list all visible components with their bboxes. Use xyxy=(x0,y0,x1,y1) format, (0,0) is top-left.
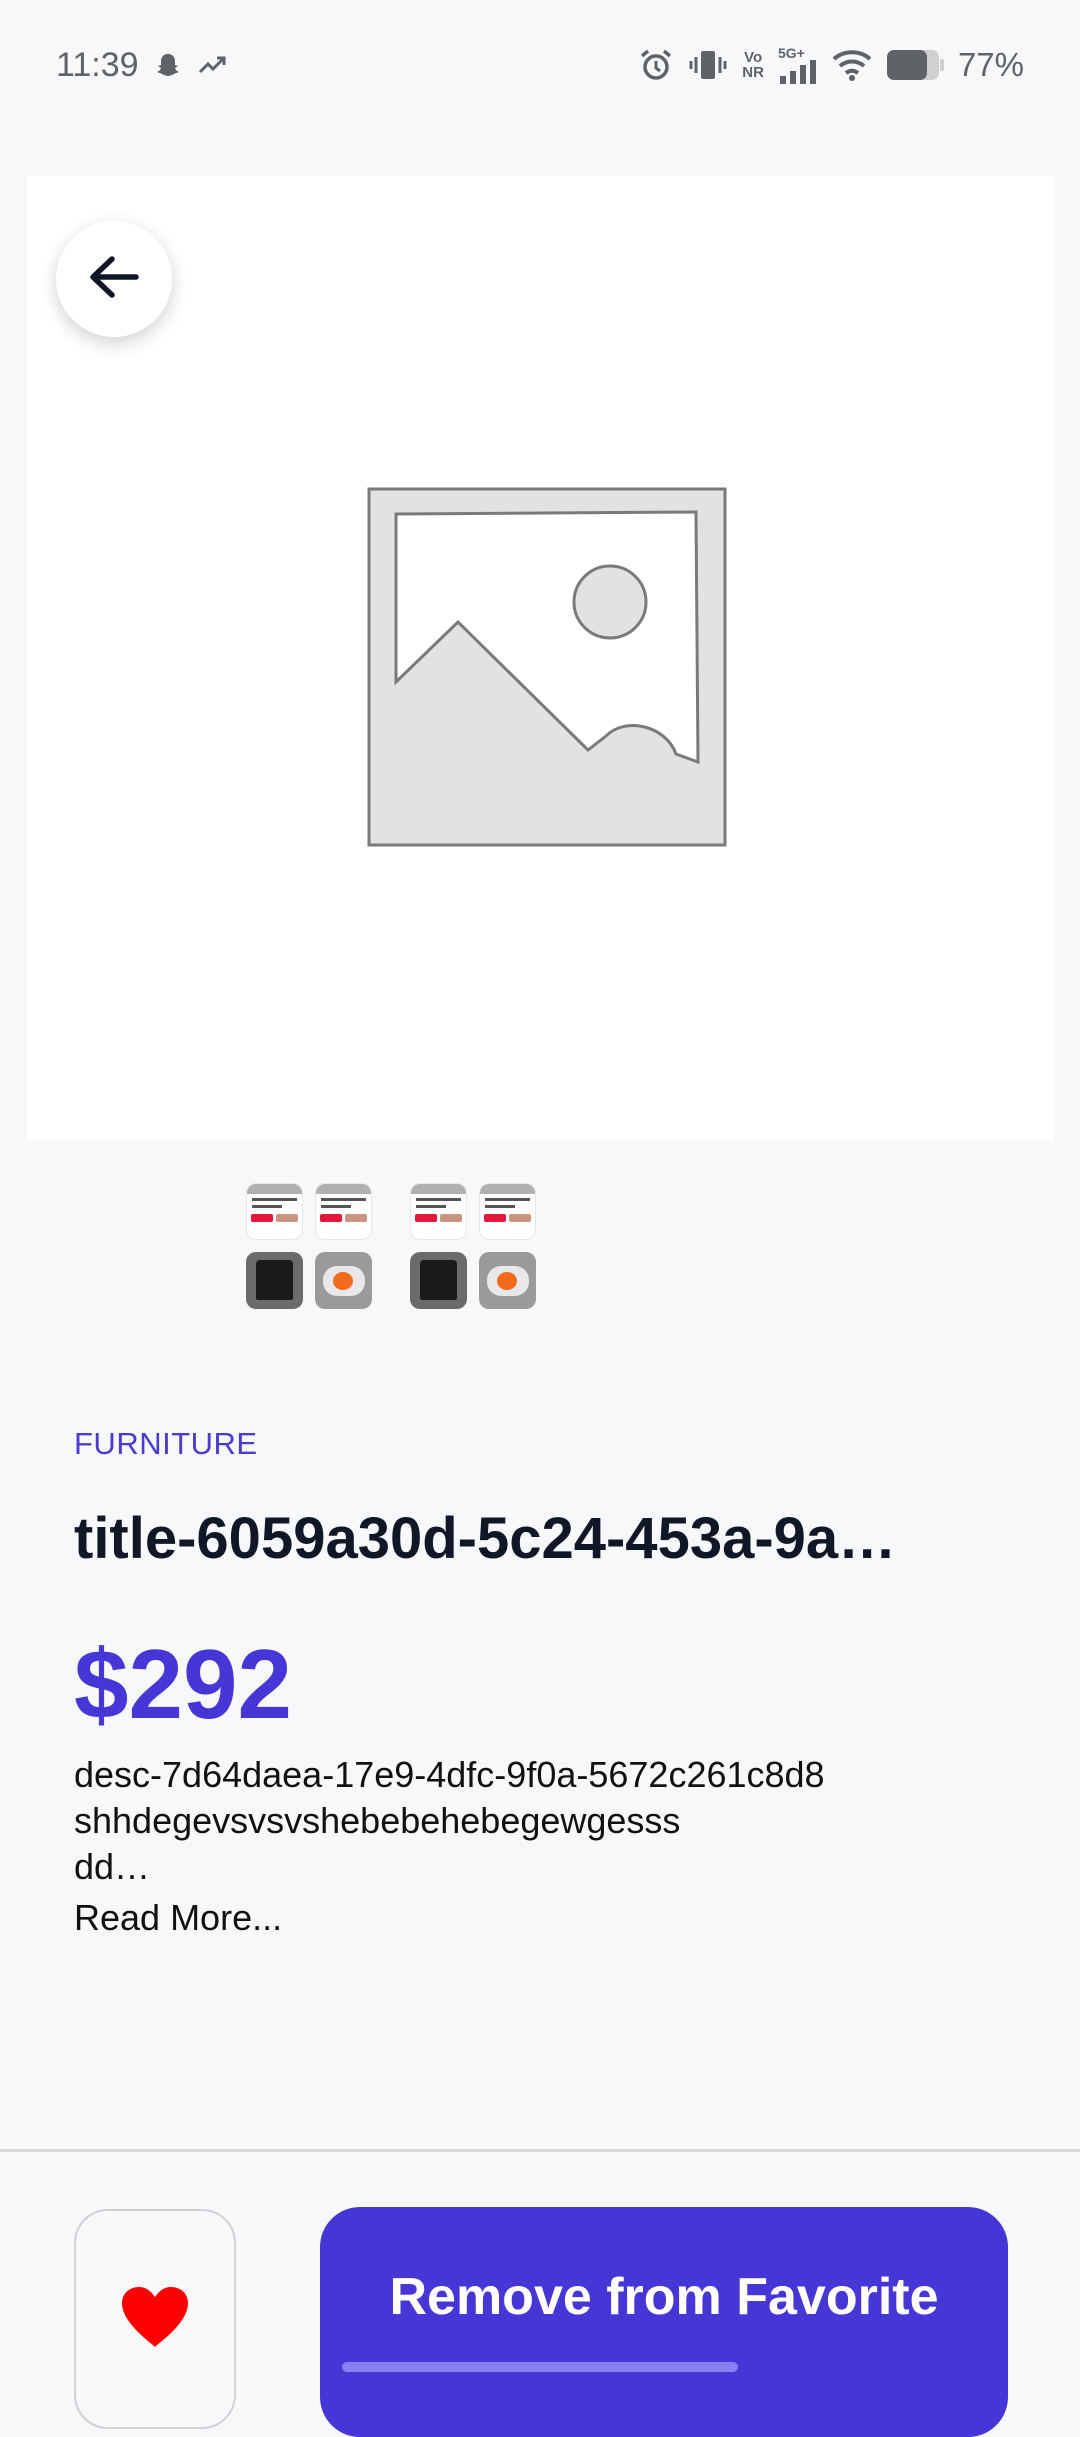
alarm-icon xyxy=(638,47,674,83)
remove-from-favorite-label: Remove from Favorite xyxy=(389,2268,939,2326)
description-line: shhdegevsvsvshebebehebegewgesss xyxy=(74,1800,681,1841)
description-line: desc-7d64daea-17e9-4dfc-9f0a-5672c261c8d… xyxy=(74,1754,825,1795)
description-line: dd… xyxy=(74,1846,151,1887)
network-label-top: Vo xyxy=(744,49,763,66)
product-price: $292 xyxy=(74,1629,293,1739)
product-category: FURNITURE xyxy=(74,1426,258,1461)
signal-5g-icon: 5G+ xyxy=(778,46,818,84)
read-more-link[interactable]: Read More... xyxy=(74,1897,282,1939)
vibrate-icon xyxy=(688,47,728,83)
thumbnail[interactable] xyxy=(479,1252,536,1309)
image-placeholder-icon xyxy=(366,486,728,855)
wifi-icon xyxy=(832,48,872,82)
status-left: 11:39 xyxy=(56,46,227,85)
back-button[interactable] xyxy=(56,221,172,337)
network-type: 5G+ xyxy=(777,45,805,61)
thumbnail[interactable] xyxy=(410,1252,467,1309)
remove-from-favorite-button[interactable]: Remove from Favorite xyxy=(320,2207,1008,2437)
trend-icon xyxy=(197,50,227,80)
thumbnail[interactable] xyxy=(315,1183,372,1240)
bottom-bar-divider xyxy=(0,2149,1080,2152)
battery-icon xyxy=(886,49,944,81)
thumbnail[interactable] xyxy=(479,1183,536,1240)
status-bar: 11:39 Vo NR 5G+ 77% xyxy=(0,0,1080,130)
thumbnail-group[interactable] xyxy=(410,1183,536,1309)
thumbnail[interactable] xyxy=(315,1252,372,1309)
arrow-left-icon xyxy=(88,255,140,304)
battery-percent: 77% xyxy=(957,46,1024,83)
product-description: desc-7d64daea-17e9-4dfc-9f0a-5672c261c8d… xyxy=(74,1752,974,1890)
thumbnail[interactable] xyxy=(246,1183,303,1240)
product-title: title-6059a30d-5c24-453a-9a… xyxy=(74,1506,897,1571)
favorite-toggle-button[interactable] xyxy=(74,2209,236,2429)
status-time: 11:39 xyxy=(56,45,139,84)
thumbnail-group[interactable] xyxy=(246,1183,372,1309)
snapchat-icon xyxy=(153,50,183,80)
thumbnail[interactable] xyxy=(246,1252,303,1309)
status-right: Vo NR 5G+ 77% xyxy=(638,46,1024,84)
thumbnail[interactable] xyxy=(410,1183,467,1240)
volte-icon: Vo NR xyxy=(742,50,764,80)
network-label-bottom: NR xyxy=(742,64,764,81)
home-indicator[interactable] xyxy=(342,2362,738,2372)
heart-icon xyxy=(120,2285,190,2427)
